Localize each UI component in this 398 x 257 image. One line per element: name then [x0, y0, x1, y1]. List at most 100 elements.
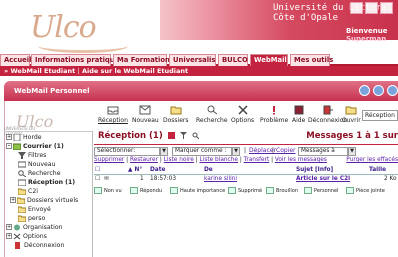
delete-link[interactable]: Supprimer	[94, 157, 124, 163]
menu-tab-webmail[interactable]: WebMail	[250, 54, 288, 66]
main-menu: Accueil Informations pratiques Ma Format…	[0, 54, 398, 66]
refresh-icon[interactable]	[359, 85, 370, 96]
welcome-prefix: Bienvenue	[346, 27, 388, 35]
tree-item-courrier[interactable]: - Courrier (1)	[6, 142, 92, 151]
expand-toggle[interactable]: +	[6, 224, 12, 230]
open-button[interactable]: Ouvrir	[342, 105, 361, 124]
tree-item-recherche[interactable]: Recherche	[6, 169, 92, 178]
folders-button[interactable]: Dossiers	[163, 105, 189, 124]
legend-unseen: Non vu	[104, 188, 122, 194]
options-button[interactable]: Options	[231, 105, 254, 124]
filter-icon[interactable]	[179, 132, 187, 139]
whitelist-link[interactable]: Liste blanche	[200, 157, 239, 163]
unseen-icon	[94, 187, 102, 194]
inbox-icon	[107, 106, 119, 115]
restore-link[interactable]: Restaurer	[130, 157, 158, 163]
compose-button[interactable]: Nouveau	[132, 105, 159, 124]
message-subject[interactable]: Article sur le C2i	[296, 176, 350, 182]
personal-icon	[304, 187, 312, 194]
draft-icon	[266, 187, 274, 194]
breadcrumb-help[interactable]: Aide sur le WebMail Etudiant	[82, 67, 188, 75]
problem-button[interactable]: Problème	[260, 105, 288, 124]
tree-item-c2i[interactable]: C2i	[6, 187, 92, 196]
expand-toggle[interactable]: +	[6, 134, 12, 140]
view-messages-link[interactable]: Voir les messages	[275, 157, 327, 163]
tools-icon	[238, 105, 248, 115]
select-messages-dropdown[interactable]: Sélectionner:	[94, 147, 160, 156]
select-all-checkbox[interactable]: ☐	[95, 167, 100, 173]
search-button-label: Recherche	[196, 117, 228, 124]
col-number[interactable]: ▲ N°	[128, 167, 142, 173]
welcome-message: Bienvenue Superman	[346, 27, 398, 43]
message-date: 18:57:03	[150, 176, 177, 182]
table-row[interactable]: ☐ ✉ 1 18:57:03 karine silini Article sur…	[94, 175, 398, 184]
chevron-down-icon[interactable]: ▼	[232, 147, 240, 156]
expand-toggle[interactable]: +	[10, 197, 16, 203]
menu-tab-bulco[interactable]: BULCO	[218, 54, 248, 66]
site-banner: Ulco Université du Littoral Côte d'Opale…	[0, 0, 398, 53]
copy-link[interactable]: Copier	[276, 147, 296, 154]
pane-splitter[interactable]	[92, 131, 93, 257]
inbox-button[interactable]: Réception	[98, 105, 128, 124]
breadcrumb-current[interactable]: WebMail Etudiant	[10, 67, 75, 75]
row-checkbox[interactable]: ☐	[95, 176, 100, 182]
col-date[interactable]: Date	[150, 167, 165, 173]
menu-tab-outils[interactable]: Mes outils	[290, 54, 333, 66]
tree-item-nouveau[interactable]: Nouveau	[6, 160, 92, 169]
info-icon[interactable]	[365, 2, 378, 14]
tree-item-reception[interactable]: Réception (1)	[6, 178, 92, 187]
menu-tab-universalis[interactable]: Universalis	[169, 54, 216, 66]
close-icon[interactable]	[387, 85, 398, 96]
message-from[interactable]: karine silini	[204, 176, 237, 182]
chevron-down-icon[interactable]: ▼	[160, 147, 168, 156]
forward-link[interactable]: Transfert	[244, 157, 270, 163]
problem-button-label: Problème	[260, 117, 289, 124]
tree-item-label: Organisation	[23, 224, 63, 231]
col-from[interactable]: De	[204, 167, 213, 173]
menu-tab-informations[interactable]: Informations pratiques	[31, 54, 123, 66]
tree-item-dossiers-virtuels[interactable]: + Dossiers virtuels	[6, 196, 92, 205]
tree-item-horde[interactable]: + Horde	[6, 133, 92, 142]
mail-icon[interactable]	[380, 2, 393, 14]
tree-item-perso[interactable]: perso	[6, 214, 92, 223]
menu-tab-accueil[interactable]: Accueil	[0, 54, 31, 66]
tree-item-label: Filtres	[28, 152, 47, 159]
tree-item-label: Dossiers virtuels	[27, 197, 79, 204]
expand-toggle[interactable]: +	[6, 233, 12, 239]
folder-icon	[170, 106, 182, 115]
help-button[interactable]: Aide	[292, 105, 305, 124]
menu-tab-formation[interactable]: Ma Formation	[113, 54, 170, 66]
legend-personal: Personnel	[314, 188, 339, 194]
home-icon[interactable]	[350, 2, 363, 14]
ulco-logo[interactable]: Ulco	[30, 13, 140, 53]
folder-select[interactable]: Réception	[362, 110, 398, 121]
collapse-toggle[interactable]: -	[6, 143, 12, 149]
tree-item-label: Options	[23, 233, 47, 240]
help-icon[interactable]	[373, 85, 384, 96]
blacklist-link[interactable]: Liste noire	[164, 157, 194, 163]
target-folder-dropdown[interactable]: Messages à	[298, 147, 348, 156]
tree-item-filtres[interactable]: Filtres	[6, 151, 92, 160]
col-subject[interactable]: Sujet [Info]	[296, 167, 333, 173]
tree-item-deconnexion[interactable]: Déconnexion	[6, 241, 92, 250]
new-mail-icon	[18, 161, 26, 167]
breadcrumb-separator: |	[77, 67, 80, 75]
legend-attachment: Pièce jointe	[356, 188, 385, 194]
tree-item-envoye[interactable]: Envoyé	[6, 205, 92, 214]
attachment-icon	[346, 187, 354, 194]
search-button[interactable]: Recherche	[196, 105, 228, 124]
tree-item-options[interactable]: + Options	[6, 232, 92, 241]
organizer-icon	[14, 224, 20, 230]
mailbox-actions: Supprimer | Restaurer | Liste noire | Li…	[94, 156, 398, 166]
purge-deleted-link[interactable]: Purger les effacés	[346, 157, 398, 163]
chevron-down-icon[interactable]: ▼	[348, 147, 356, 156]
alert-icon	[273, 106, 276, 115]
search-icon[interactable]	[192, 132, 199, 139]
university-line-2: Côte d'Opale	[273, 13, 339, 23]
col-size[interactable]: Taille	[369, 167, 386, 173]
mark-as-dropdown[interactable]: Marquer comme :	[172, 147, 232, 156]
tree-item-organisation[interactable]: + Organisation	[6, 223, 92, 232]
refresh-icon[interactable]	[167, 132, 175, 139]
breadcrumb: » WebMail Etudiant | Aide sur le WebMail…	[0, 66, 398, 76]
tree-item-label: Nouveau	[28, 161, 56, 168]
